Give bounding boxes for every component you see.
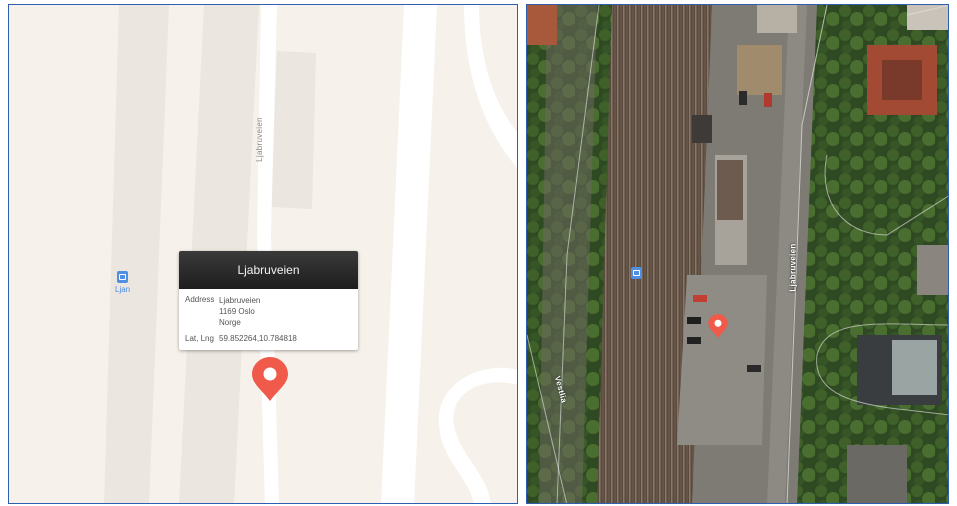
train-station-icon [117, 271, 129, 283]
address-line-3: Norge [219, 318, 241, 327]
transit-stop[interactable] [631, 267, 642, 279]
road-label-ljabruveien: Ljabruveien [788, 243, 798, 292]
satellite-imagery [527, 5, 948, 503]
standard-map-view[interactable]: Ljabruveien Ljan Ljabruveien Address Lja… [8, 4, 518, 504]
popup-title: Ljabruveien [179, 251, 358, 289]
address-line-2: 1169 Oslo [219, 307, 255, 316]
location-pin-icon[interactable] [707, 313, 729, 339]
satellite-map-view[interactable]: Ljabruveien Vestlia [526, 4, 949, 504]
train-station-icon [631, 267, 642, 279]
popup-body: Address Ljabruveien 1169 Oslo Norge Lat,… [179, 289, 358, 350]
transit-stop-ljan[interactable]: Ljan [115, 271, 130, 294]
latlng-value: 59.852264,10.784818 [219, 334, 297, 343]
latlng-row: Lat, Lng 59.852264,10.784818 [185, 334, 352, 344]
address-line-1: Ljabruveien [219, 296, 261, 305]
address-key: Address [185, 295, 215, 304]
location-info-popup[interactable]: Ljabruveien Address Ljabruveien 1169 Osl… [179, 251, 358, 350]
road-label-ljabruveien: Ljabruveien [254, 117, 264, 162]
address-row: Address Ljabruveien 1169 Oslo Norge [185, 295, 352, 328]
transit-stop-label: Ljan [115, 285, 131, 294]
address-value: Ljabruveien 1169 Oslo Norge [219, 295, 260, 328]
map-comparison: Ljabruveien Ljan Ljabruveien Address Lja… [0, 0, 957, 506]
location-pin-icon[interactable] [250, 355, 290, 403]
latlng-key: Lat, Lng [185, 334, 214, 343]
